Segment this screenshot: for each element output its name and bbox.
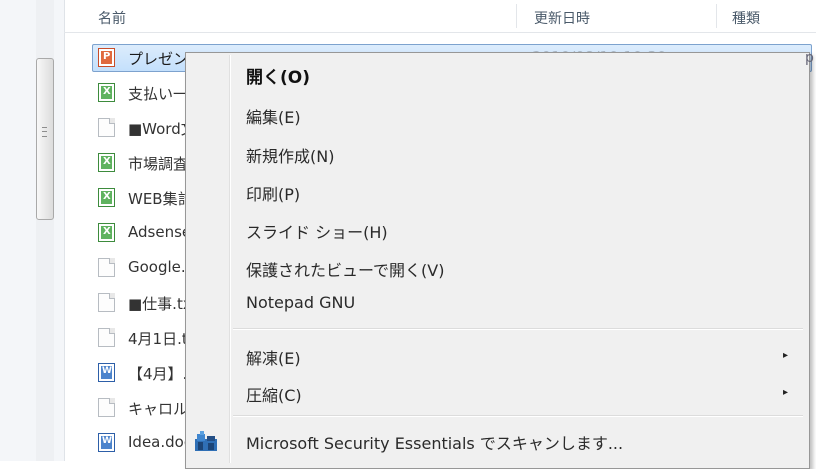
column-header-type[interactable]: 種類 [732,8,760,28]
menu-item-print[interactable]: 印刷(P) [246,181,300,205]
menu-item-slideshow[interactable]: スライド ショー(H) [246,219,388,243]
menu-item-notepad-gnu[interactable]: Notepad GNU [246,293,355,312]
file-list-header: 名前 更新日時 種類 [64,0,816,33]
text-file-icon [98,398,115,417]
truncated-cell: p [805,50,814,66]
explorer-window: 名前 更新日時 種類 プレゼンテーション1.pptx 2010/08/10 10… [0,0,816,469]
text-file-icon [98,328,115,347]
column-separator[interactable] [516,4,517,28]
context-menu: 開く(O) 編集(E) 新規作成(N) 印刷(P) スライド ショー(H) 保護… [185,52,810,469]
text-file-icon [98,258,115,277]
text-file-icon [98,118,115,137]
excel-file-icon [98,188,115,207]
excel-file-icon [98,223,115,242]
column-separator[interactable] [716,4,717,28]
nav-scrollbar-thumb[interactable] [36,58,54,220]
menu-item-edit[interactable]: 編集(E) [246,104,301,128]
excel-file-icon [98,83,115,102]
excel-file-icon [98,153,115,172]
menu-separator [233,415,803,417]
menu-item-new[interactable]: 新規作成(N) [246,143,334,167]
menu-icon-gutter [229,55,231,463]
menu-item-open[interactable]: 開く(O) [246,63,310,88]
submenu-arrow-icon: ▸ [783,350,789,361]
column-header-name[interactable]: 名前 [98,8,126,28]
submenu-arrow-icon: ▸ [783,387,789,398]
menu-item-mse-scan[interactable]: Microsoft Security Essentials でスキャンします..… [246,430,623,454]
column-header-date[interactable]: 更新日時 [534,8,590,28]
security-essentials-icon [195,431,217,451]
scrollbar-grip-icon [42,127,47,137]
navigation-pane [0,0,65,461]
menu-item-compress[interactable]: 圧縮(C) [246,382,302,406]
menu-item-extract[interactable]: 解凍(E) [246,345,301,369]
word-file-icon [98,433,115,452]
word-file-icon [98,363,115,382]
menu-separator [233,328,803,330]
text-file-icon [98,293,115,312]
menu-item-open-protected-view[interactable]: 保護されたビューで開く(V) [246,257,444,281]
powerpoint-file-icon [98,48,115,67]
